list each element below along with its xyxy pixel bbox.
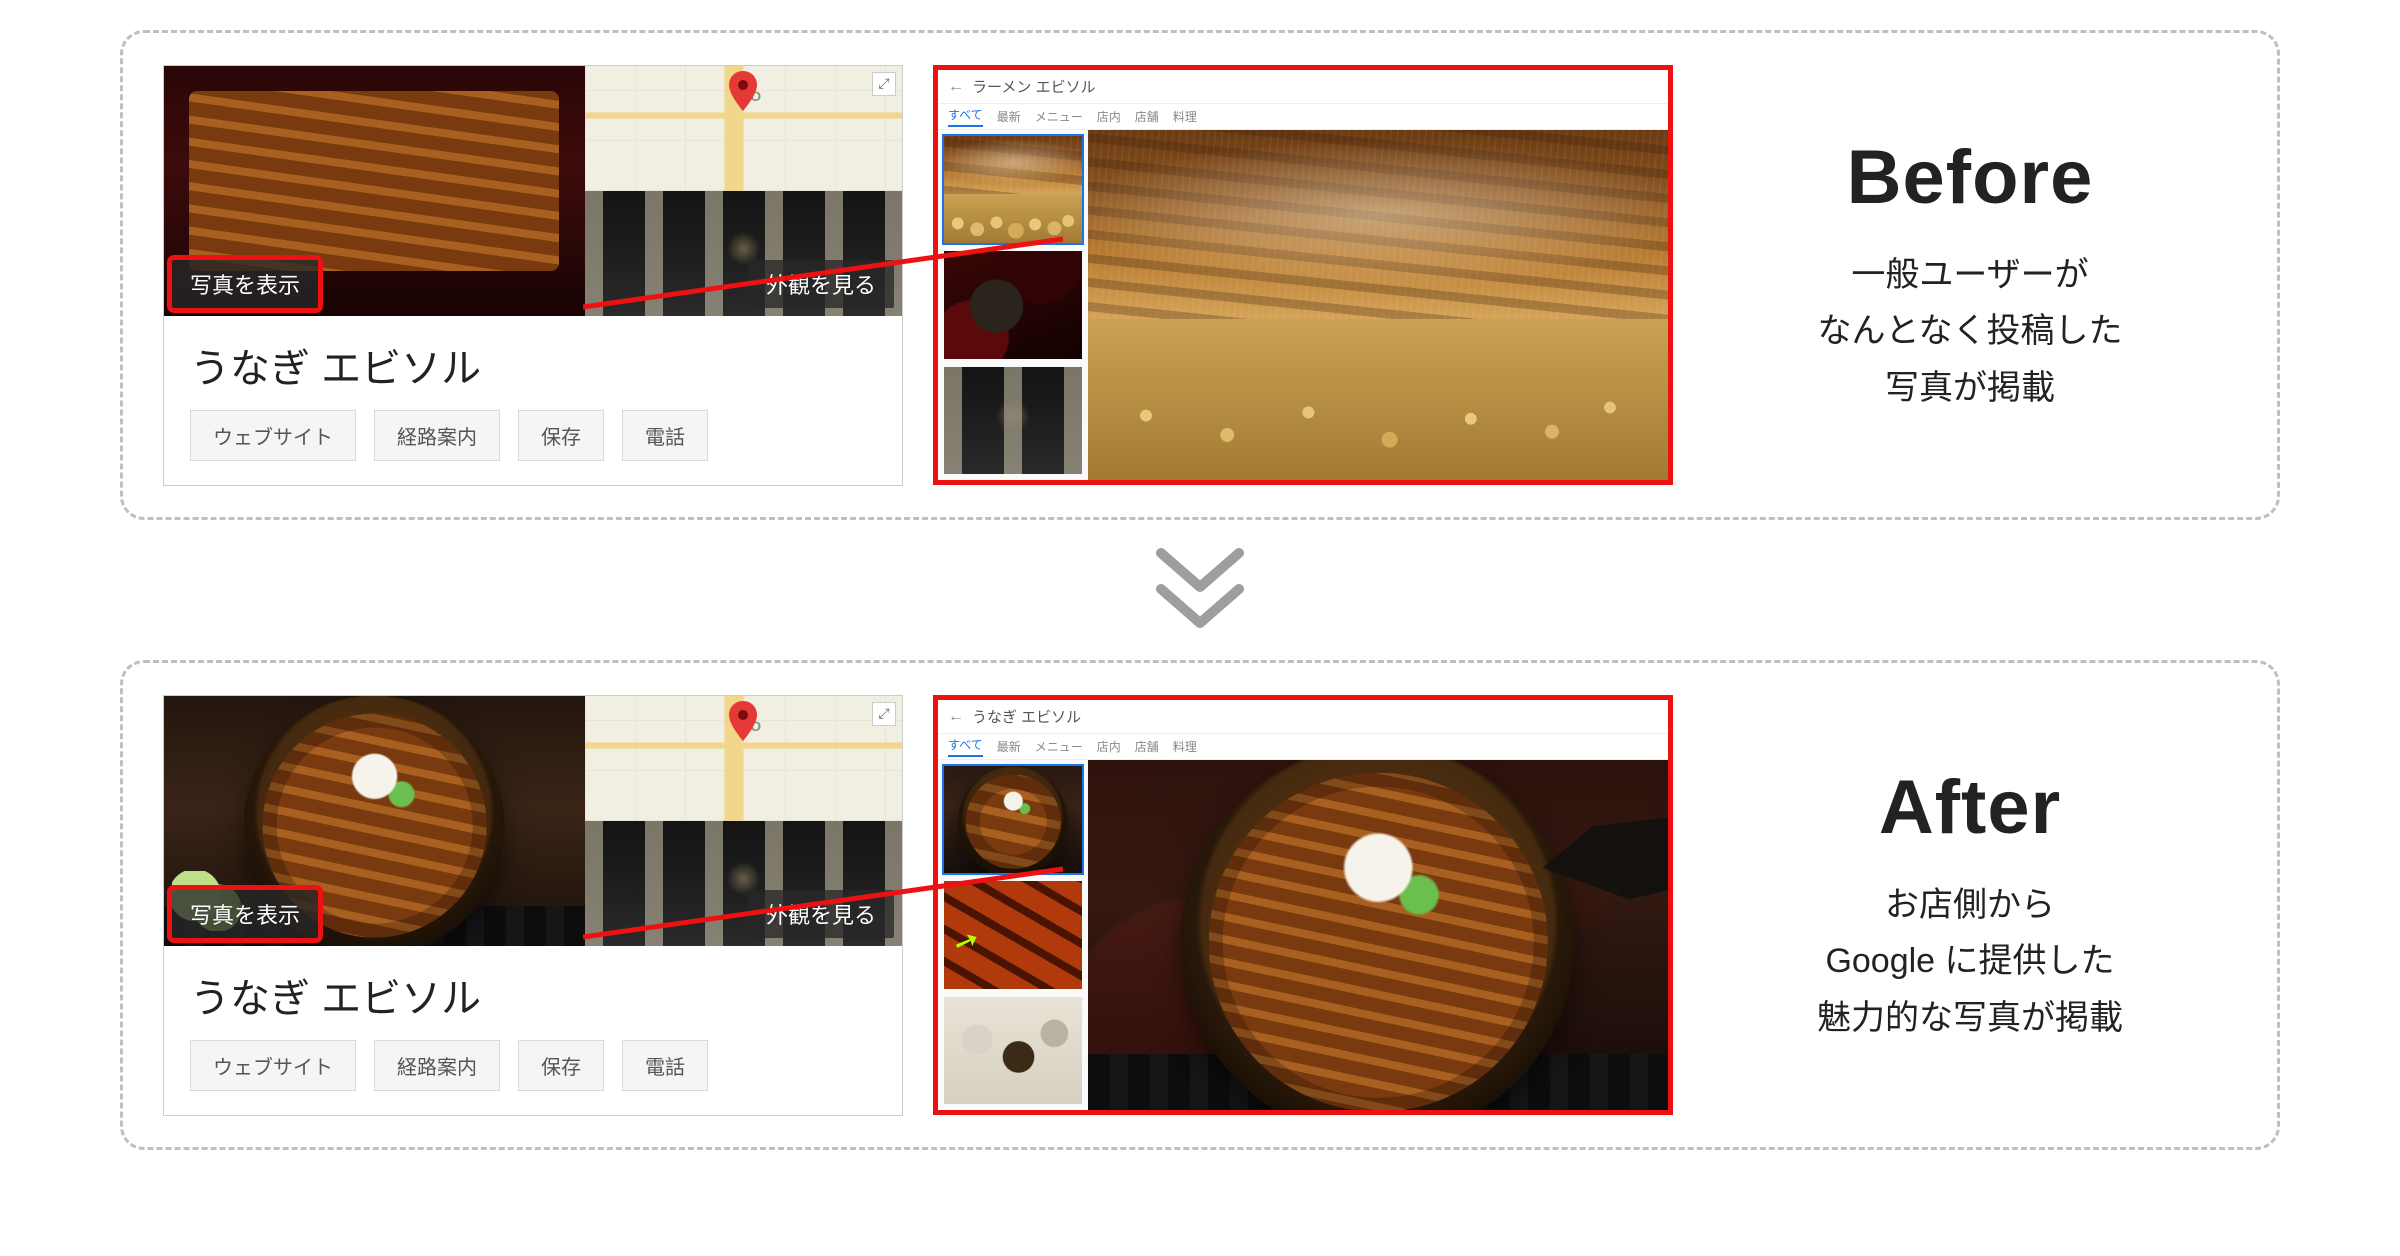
listing-actions: ウェブサイト 経路案内 保存 電話 (190, 1040, 876, 1091)
gallery-tab[interactable]: 店内 (1097, 738, 1121, 755)
map-expand-icon[interactable]: ⤢ (872, 702, 896, 726)
gallery-tab[interactable]: すべて (948, 736, 983, 757)
gallery-tab[interactable]: 最新 (997, 738, 1021, 755)
map-pin-icon (729, 71, 757, 116)
listing-exterior-photo[interactable]: 外観を見る (585, 191, 902, 316)
save-button[interactable]: 保存 (518, 1040, 604, 1091)
gallery-header: ← うなぎ エビソル (938, 700, 1668, 734)
call-button[interactable]: 電話 (622, 410, 708, 461)
gallery-title: ラーメン エビソル (972, 76, 1096, 97)
listing-media: 写真を表示 CO ⤢ 外観を見る (164, 696, 902, 946)
gallery-thumb[interactable] (942, 249, 1084, 360)
gallery-tab[interactable]: メニュー (1035, 738, 1083, 755)
before-heading: Before (1703, 134, 2237, 221)
after-heading: After (1703, 764, 2237, 851)
directions-button[interactable]: 経路案内 (374, 410, 500, 461)
food-closeup-photo (1088, 130, 1668, 480)
after-panel: 写真を表示 CO ⤢ 外観を見る うなぎ エビソル (120, 660, 2280, 1150)
photo-gallery-before: ← ラーメン エビソル すべて 最新 メニュー 店内 店舗 料理 (933, 65, 1673, 485)
gallery-tab[interactable]: 最新 (997, 108, 1021, 125)
view-exterior-button[interactable]: 外観を見る (748, 890, 894, 938)
gallery-thumbnails: ➚ (938, 760, 1088, 1110)
gallery-main-photo[interactable] (1088, 130, 1668, 480)
gallery-title: うなぎ エビソル (972, 706, 1081, 727)
website-button[interactable]: ウェブサイト (190, 1040, 356, 1091)
gallery-tab[interactable]: 店内 (1097, 108, 1121, 125)
photo-gallery-after: ← うなぎ エビソル すべて 最新 メニュー 店内 店舗 料理 ➚ (933, 695, 1673, 1115)
listing-exterior-photo[interactable]: 外観を見る (585, 821, 902, 946)
before-text: Before 一般ユーザーが なんとなく投稿した 写真が掲載 (1703, 134, 2237, 415)
show-photos-button[interactable]: 写真を表示 (172, 260, 318, 308)
show-photos-button[interactable]: 写真を表示 (172, 890, 318, 938)
listing-map[interactable]: CO ⤢ (585, 66, 902, 191)
gallery-tabs: すべて 最新 メニュー 店内 店舗 料理 (938, 734, 1668, 760)
gallery-thumb[interactable] (942, 995, 1084, 1106)
map-pin-icon (729, 701, 757, 746)
gallery-tab[interactable]: すべて (948, 106, 983, 127)
map-expand-icon[interactable]: ⤢ (872, 72, 896, 96)
back-icon[interactable]: ← (948, 708, 964, 726)
call-button[interactable]: 電話 (622, 1040, 708, 1091)
gallery-tab[interactable]: 店舗 (1135, 738, 1159, 755)
listing-actions: ウェブサイト 経路案内 保存 電話 (190, 410, 876, 461)
listing-title: うなぎ エビソル (190, 336, 876, 394)
gallery-thumbnails (938, 130, 1088, 480)
before-panel: 写真を表示 CO ⤢ 外観を見る うなぎ エビソル (120, 30, 2280, 520)
gallery-thumb[interactable]: ➚ (942, 879, 1084, 990)
listing-main-photo[interactable]: 写真を表示 (164, 696, 585, 946)
view-exterior-button[interactable]: 外観を見る (748, 260, 894, 308)
gallery-main-photo[interactable] (1088, 760, 1668, 1110)
website-button[interactable]: ウェブサイト (190, 410, 356, 461)
food-bowl-photo (1088, 760, 1668, 1110)
google-listing-card-after: 写真を表示 CO ⤢ 外観を見る うなぎ エビソル (163, 695, 903, 1116)
gallery-header: ← ラーメン エビソル (938, 70, 1668, 104)
back-icon[interactable]: ← (948, 78, 964, 96)
gallery-tab[interactable]: メニュー (1035, 108, 1083, 125)
directions-button[interactable]: 経路案内 (374, 1040, 500, 1091)
gallery-tab[interactable]: 料理 (1173, 108, 1197, 125)
gallery-tab[interactable]: 料理 (1173, 738, 1197, 755)
after-text: After お店側から Google に提供した 魅力的な写真が掲載 (1703, 764, 2237, 1045)
gallery-tab[interactable]: 店舗 (1135, 108, 1159, 125)
gallery-thumb[interactable] (942, 134, 1084, 245)
gallery-thumb[interactable] (942, 764, 1084, 875)
down-arrow-icon (120, 520, 2280, 660)
listing-main-photo[interactable]: 写真を表示 (164, 66, 585, 316)
gallery-tabs: すべて 最新 メニュー 店内 店舗 料理 (938, 104, 1668, 130)
save-button[interactable]: 保存 (518, 410, 604, 461)
google-listing-card-before: 写真を表示 CO ⤢ 外観を見る うなぎ エビソル (163, 65, 903, 486)
listing-media: 写真を表示 CO ⤢ 外観を見る (164, 66, 902, 316)
before-description: 一般ユーザーが なんとなく投稿した 写真が掲載 (1703, 247, 2237, 415)
after-description: お店側から Google に提供した 魅力的な写真が掲載 (1703, 877, 2237, 1045)
listing-title: うなぎ エビソル (190, 966, 876, 1024)
listing-map[interactable]: CO ⤢ (585, 696, 902, 821)
gallery-thumb[interactable] (942, 365, 1084, 476)
